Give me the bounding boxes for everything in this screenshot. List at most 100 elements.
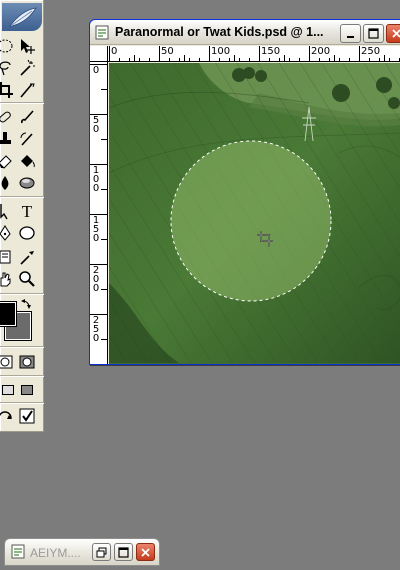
close-button[interactable] <box>386 24 400 43</box>
standard-screen-mode-icon[interactable] <box>1 379 15 401</box>
ruler-minor-tick <box>299 58 300 61</box>
ruler-minor-tick <box>379 58 380 61</box>
maximize-button[interactable] <box>114 543 133 561</box>
ruler-origin[interactable] <box>90 46 108 62</box>
horizontal-ruler[interactable]: 0 50 100 150 200 250 <box>108 46 400 62</box>
jump-to-imageready-icon[interactable] <box>0 405 16 427</box>
close-icon <box>141 547 150 557</box>
ruler-minor-tick <box>129 58 130 61</box>
ruler-minor-tick <box>334 55 335 61</box>
ruler-minor-tick <box>329 58 330 61</box>
ruler-minor-tick <box>389 58 390 61</box>
crop-circle-selection <box>171 141 331 301</box>
ruler-minor-tick <box>184 55 185 61</box>
psd-document-icon <box>11 544 26 562</box>
vertical-ruler[interactable]: 0 50 100 150 200 250 <box>90 62 108 364</box>
ruler-label: 150 <box>261 46 281 57</box>
move-tool-icon[interactable] <box>16 35 38 57</box>
foreground-color-swatch[interactable] <box>0 301 17 327</box>
restore-icon <box>96 547 107 557</box>
restore-button[interactable] <box>92 543 111 561</box>
ruler-label: 100 <box>211 46 231 57</box>
healing-brush-tool-icon[interactable] <box>0 106 16 128</box>
minimize-button[interactable] <box>340 24 361 43</box>
quick-mask-mode-icon[interactable] <box>16 351 38 373</box>
blur-tool-icon[interactable] <box>0 172 16 194</box>
ruler-minor-tick <box>249 58 250 61</box>
tools-separator <box>0 293 44 295</box>
history-brush-tool-icon[interactable] <box>16 128 38 150</box>
ruler-minor-tick <box>169 58 170 61</box>
elliptical-marquee-tool-icon[interactable] <box>0 35 16 57</box>
feather-icon <box>9 7 37 27</box>
ruler-minor-tick <box>219 58 220 61</box>
aerial-field-photo <box>109 63 400 363</box>
ruler-major-tick <box>309 46 310 61</box>
minimized-window-title: AEIYM.... <box>30 546 81 560</box>
ellipse-shape-tool-icon[interactable] <box>16 222 38 244</box>
pen-tool-icon[interactable] <box>0 222 16 244</box>
ruler-minor-tick <box>269 58 270 61</box>
tools-separator <box>0 402 44 404</box>
ruler-minor-tick <box>189 58 190 61</box>
ruler-major-tick <box>259 46 260 61</box>
ruler-major-tick <box>159 46 160 61</box>
ruler-label: 0 <box>92 65 100 76</box>
path-selection-tool-icon[interactable] <box>0 200 16 222</box>
imageready-icon[interactable] <box>16 405 38 427</box>
tools-separator <box>0 375 44 377</box>
brush-tool-icon[interactable] <box>16 106 38 128</box>
eraser-tool-icon[interactable] <box>0 150 16 172</box>
minimize-icon <box>346 35 354 38</box>
standard-mode-icon[interactable] <box>0 351 16 373</box>
notes-tool-icon[interactable] <box>0 246 16 268</box>
minimized-document-window[interactable]: AEIYM.... <box>4 538 160 566</box>
clone-stamp-tool-icon[interactable] <box>0 128 16 150</box>
magic-wand-tool-icon[interactable] <box>16 57 38 79</box>
lasso-tool-icon[interactable] <box>0 57 16 79</box>
ruler-minor-tick <box>279 58 280 61</box>
crop-tool-icon[interactable] <box>0 79 16 101</box>
ruler-minor-tick <box>239 58 240 61</box>
paint-bucket-tool-icon[interactable] <box>16 150 38 172</box>
ruler-label: 250 <box>361 46 381 57</box>
full-screen-mode-icon[interactable] <box>20 379 34 401</box>
ruler-label: 50 <box>92 115 100 135</box>
ruler-minor-tick <box>179 58 180 61</box>
maximize-icon <box>368 28 379 39</box>
ruler-minor-tick <box>101 89 107 90</box>
slice-tool-icon[interactable] <box>16 79 38 101</box>
close-button[interactable] <box>136 543 155 561</box>
zoom-tool-icon[interactable] <box>16 268 38 290</box>
tools-separator <box>0 102 44 104</box>
ruler-minor-tick <box>101 189 107 190</box>
ruler-minor-tick <box>101 289 107 290</box>
ruler-major-tick <box>109 46 110 61</box>
ruler-minor-tick <box>319 58 320 61</box>
type-tool-icon[interactable]: T <box>16 200 38 222</box>
ruler-minor-tick <box>384 55 385 61</box>
ruler-minor-tick <box>369 58 370 61</box>
tools-separator <box>0 196 44 198</box>
maximize-button[interactable] <box>363 24 384 43</box>
image-canvas[interactable] <box>109 63 400 364</box>
ruler-major-tick <box>209 46 210 61</box>
ruler-label: 250 <box>92 315 100 344</box>
ruler-label: 200 <box>92 265 100 294</box>
ruler-minor-tick <box>199 58 200 61</box>
burn-tool-icon[interactable] <box>16 172 38 194</box>
tools-palette: T <box>0 0 44 432</box>
ruler-minor-tick <box>289 58 290 61</box>
swap-colors-icon[interactable] <box>20 296 34 310</box>
ruler-minor-tick <box>101 139 107 140</box>
ruler-minor-tick <box>229 58 230 61</box>
hand-tool-icon[interactable] <box>0 268 16 290</box>
ruler-minor-tick <box>284 55 285 61</box>
psd-document-icon <box>95 25 110 43</box>
document-title: Paranormal or Twat Kids.psd @ 1... <box>115 25 324 39</box>
document-titlebar[interactable]: Paranormal or Twat Kids.psd @ 1... <box>90 20 400 45</box>
photoshop-feather-logo[interactable] <box>2 3 42 31</box>
tools-separator <box>0 346 44 348</box>
document-window: Paranormal or Twat Kids.psd @ 1... 0 50 … <box>89 19 400 365</box>
eyedropper-tool-icon[interactable] <box>16 246 38 268</box>
